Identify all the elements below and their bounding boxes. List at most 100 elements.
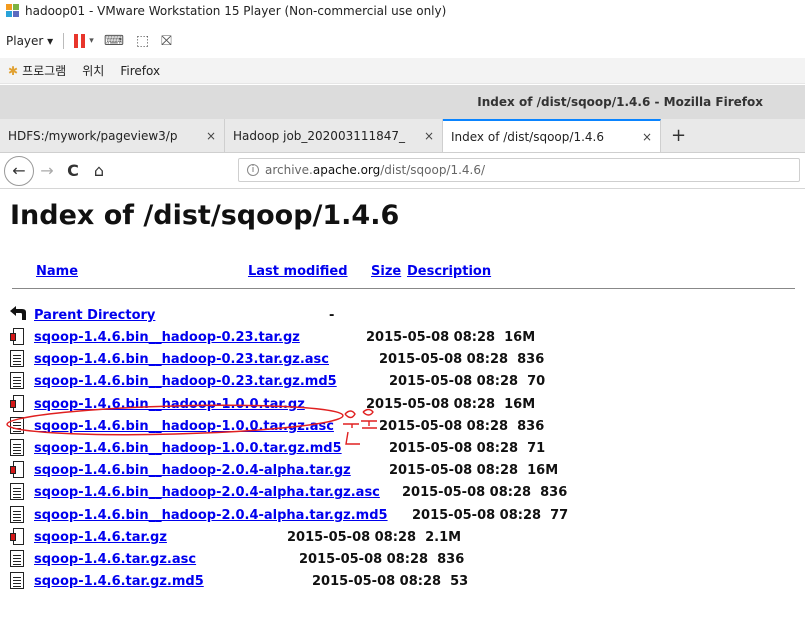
guest-menu-firefox[interactable]: Firefox bbox=[120, 64, 160, 78]
reload-button[interactable]: C bbox=[60, 161, 86, 180]
file-link[interactable]: sqoop-1.4.6.tar.gz bbox=[34, 530, 167, 545]
list-item: sqoop-1.4.6.bin__hadoop-2.0.4-alpha.tar.… bbox=[10, 459, 800, 481]
document-icon bbox=[10, 416, 26, 435]
unity-icon[interactable]: ⛝ bbox=[161, 33, 172, 49]
archive-icon bbox=[10, 527, 26, 546]
tab-close-icon[interactable]: × bbox=[424, 129, 434, 143]
archive-icon bbox=[10, 328, 26, 346]
file-meta: 2015-05-08 08:28 77 bbox=[412, 507, 569, 523]
file-link[interactable]: sqoop-1.4.6.bin__hadoop-0.23.tar.gz.asc bbox=[34, 352, 329, 367]
file-link[interactable]: sqoop-1.4.6.bin__hadoop-2.0.4-alpha.tar.… bbox=[34, 463, 351, 478]
pause-button[interactable]: ▾ bbox=[74, 34, 94, 48]
navigation-bar: ← → C ⌂ i archive. apache.org/dist/sqoop/… bbox=[0, 153, 805, 189]
send-ctrl-alt-del-icon[interactable]: ⌨ bbox=[104, 33, 124, 49]
pause-icon bbox=[74, 34, 86, 48]
document-icon bbox=[10, 483, 26, 501]
parent-directory-icon bbox=[10, 306, 26, 324]
fit-guest-icon[interactable]: ⬚ bbox=[136, 33, 149, 49]
tab-bar: HDFS:/mywork/pageview3/p × Hadoop job_20… bbox=[0, 119, 805, 153]
vmware-title-text: hadoop01 - VMware Workstation 15 Player … bbox=[25, 4, 447, 18]
file-meta: 2015-05-08 08:28 836 bbox=[402, 485, 568, 501]
file-meta: 2015-05-08 08:28 836 bbox=[379, 352, 545, 368]
parent-directory-link[interactable]: Parent Directory bbox=[34, 308, 155, 323]
file-meta: 2015-05-08 08:28 836 bbox=[379, 418, 545, 434]
page-content: Index of /dist/sqoop/1.4.6 Name Last mod… bbox=[0, 190, 805, 641]
file-meta: 2015-05-08 08:28 2.1M bbox=[287, 529, 462, 545]
tab-index-sqoop[interactable]: Index of /dist/sqoop/1.4.6 × bbox=[443, 119, 661, 152]
column-header-name[interactable]: Name bbox=[36, 264, 78, 279]
list-item: sqoop-1.4.6.bin__hadoop-0.23.tar.gz.md5 2… bbox=[10, 370, 800, 392]
list-item: sqoop-1.4.6.tar.gz.asc 2015-05-08 08:28 8… bbox=[10, 548, 800, 570]
url-bar[interactable]: i archive. apache.org/dist/sqoop/1.4.6/ bbox=[238, 158, 800, 182]
archive-icon bbox=[10, 394, 26, 413]
list-item: sqoop-1.4.6.bin__hadoop-1.0.0.tar.gz 2015… bbox=[10, 393, 800, 415]
document-icon bbox=[10, 372, 26, 390]
file-meta: 2015-05-08 08:28 16M bbox=[389, 463, 559, 479]
list-item: sqoop-1.4.6.bin__hadoop-0.23.tar.gz 2015-… bbox=[10, 326, 800, 348]
site-info-icon[interactable]: i bbox=[247, 164, 259, 176]
list-item: sqoop-1.4.6.bin__hadoop-1.0.0.tar.gz.md5… bbox=[10, 437, 800, 459]
tab-close-icon[interactable]: × bbox=[206, 129, 216, 143]
toolbar-divider bbox=[63, 33, 65, 49]
document-icon bbox=[10, 550, 26, 568]
document-icon bbox=[10, 505, 26, 524]
list-item: sqoop-1.4.6.bin__hadoop-2.0.4-alpha.tar.… bbox=[10, 481, 800, 503]
file-link[interactable]: sqoop-1.4.6.bin__hadoop-1.0.0.tar.gz.asc bbox=[34, 419, 334, 434]
file-link[interactable]: sqoop-1.4.6.bin__hadoop-0.23.tar.gz bbox=[34, 330, 300, 345]
file-meta: 2015-05-08 08:28 836 bbox=[299, 552, 465, 567]
guest-menu-label: 프로그램 bbox=[22, 64, 67, 78]
tab-hadoop-job[interactable]: Hadoop job_202003111847_ × bbox=[225, 119, 443, 152]
new-tab-button[interactable]: + bbox=[661, 119, 696, 152]
column-header-size[interactable]: Size bbox=[371, 264, 401, 279]
file-meta: 2015-05-08 08:28 71 bbox=[389, 441, 546, 456]
tab-label: Hadoop job_202003111847_ bbox=[233, 128, 406, 143]
guest-menu-bar: ✱ 프로그램 위치 Firefox bbox=[0, 58, 805, 84]
document-icon bbox=[10, 350, 26, 368]
file-meta: 2015-05-08 08:28 53 bbox=[312, 574, 469, 590]
file-link[interactable]: sqoop-1.4.6.bin__hadoop-2.0.4-alpha.tar.… bbox=[34, 508, 388, 523]
tab-close-icon[interactable]: × bbox=[642, 130, 652, 144]
list-item: sqoop-1.4.6.tar.gz.md5 2015-05-08 08:28 5… bbox=[10, 570, 800, 592]
vmware-logo-icon bbox=[6, 4, 20, 18]
list-item: sqoop-1.4.6.tar.gz 2015-05-08 08:28 2.1M bbox=[10, 526, 800, 548]
list-item: sqoop-1.4.6.bin__hadoop-0.23.tar.gz.asc 2… bbox=[10, 348, 800, 370]
url-path: /dist/sqoop/1.4.6/ bbox=[380, 163, 486, 177]
applications-icon: ✱ bbox=[8, 63, 19, 78]
url-domain: apache.org bbox=[312, 163, 381, 177]
forward-button[interactable]: → bbox=[34, 161, 60, 180]
file-link[interactable]: sqoop-1.4.6.bin__hadoop-2.0.4-alpha.tar.… bbox=[34, 485, 380, 500]
column-header-last-modified[interactable]: Last modified bbox=[248, 264, 348, 279]
document-icon bbox=[10, 572, 26, 590]
firefox-window-title: Index of /dist/sqoop/1.4.6 - Mozilla Fir… bbox=[477, 95, 763, 109]
firefox-title-bar: Index of /dist/sqoop/1.4.6 - Mozilla Fir… bbox=[0, 85, 805, 119]
tab-hdfs[interactable]: HDFS:/mywork/pageview3/p × bbox=[0, 119, 225, 152]
file-link[interactable]: sqoop-1.4.6.bin__hadoop-1.0.0.tar.gz.md5 bbox=[34, 441, 342, 456]
screen: hadoop01 - VMware Workstation 15 Player … bbox=[0, 0, 805, 641]
document-icon bbox=[10, 439, 26, 457]
home-button[interactable]: ⌂ bbox=[86, 161, 112, 180]
tab-label: Index of /dist/sqoop/1.4.6 bbox=[451, 129, 604, 144]
file-link[interactable]: sqoop-1.4.6.tar.gz.asc bbox=[34, 552, 196, 567]
guest-menu-places[interactable]: 위치 bbox=[82, 62, 104, 79]
back-button[interactable]: ← bbox=[4, 155, 34, 186]
file-link[interactable]: sqoop-1.4.6.bin__hadoop-0.23.tar.gz.md5 bbox=[34, 374, 337, 389]
list-item: Parent Directory - bbox=[10, 304, 800, 326]
file-meta: 2015-05-08 08:28 16M bbox=[366, 396, 536, 412]
vmware-toolbar: Player ▾ ▾ ⌨ ⬚ ⛝ bbox=[0, 28, 805, 54]
file-meta: 2015-05-08 08:28 70 bbox=[389, 374, 546, 390]
column-header-description[interactable]: Description bbox=[407, 264, 491, 279]
url-prefix: archive. bbox=[265, 163, 313, 177]
file-link[interactable]: sqoop-1.4.6.bin__hadoop-1.0.0.tar.gz bbox=[34, 397, 305, 412]
file-meta: - bbox=[329, 308, 335, 323]
vmware-title-bar: hadoop01 - VMware Workstation 15 Player … bbox=[0, 0, 805, 22]
archive-icon bbox=[10, 461, 26, 479]
tab-label: HDFS:/mywork/pageview3/p bbox=[8, 128, 178, 143]
player-menu-button[interactable]: Player ▾ bbox=[6, 34, 53, 48]
list-item: sqoop-1.4.6.bin__hadoop-2.0.4-alpha.tar.… bbox=[10, 504, 800, 526]
divider bbox=[12, 288, 795, 289]
page-title: Index of /dist/sqoop/1.4.6 bbox=[10, 200, 400, 231]
list-item: sqoop-1.4.6.bin__hadoop-1.0.0.tar.gz.asc… bbox=[10, 415, 800, 437]
file-meta: 2015-05-08 08:28 16M bbox=[366, 330, 536, 345]
file-link[interactable]: sqoop-1.4.6.tar.gz.md5 bbox=[34, 574, 204, 589]
guest-menu-applications[interactable]: ✱ 프로그램 bbox=[8, 62, 66, 79]
